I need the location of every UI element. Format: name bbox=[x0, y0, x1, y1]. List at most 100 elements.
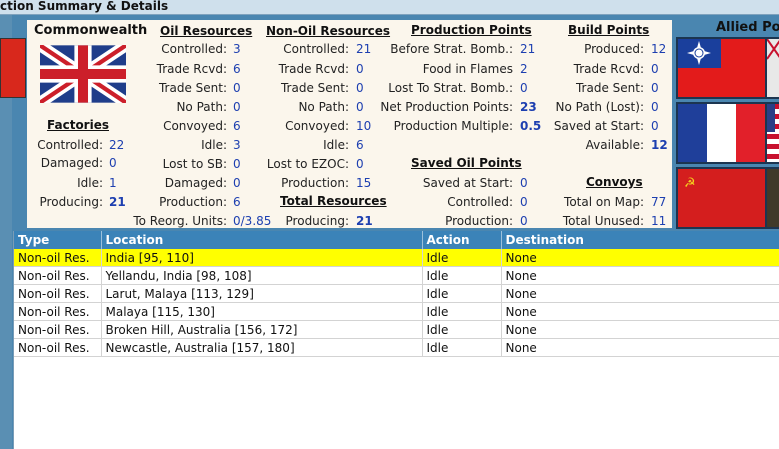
oil-no-path-value: 0 bbox=[233, 100, 241, 114]
cell-location: Larut, Malaya [113, 129] bbox=[101, 284, 423, 303]
cell-action: Idle bbox=[422, 302, 502, 321]
svg-text:☭: ☭ bbox=[684, 176, 696, 191]
convoys-header: Convoys bbox=[586, 175, 643, 189]
cell-destination: None bbox=[501, 266, 779, 285]
sop-production-label: Production: bbox=[445, 214, 513, 228]
nonoil-production-label: Production: bbox=[281, 176, 349, 190]
table-row[interactable]: Non-oil Res. Larut, Malaya [113, 129] Id… bbox=[14, 284, 779, 303]
cell-action: Idle bbox=[422, 249, 502, 267]
oil-trade-rcvd-label: Trade Rcvd: bbox=[156, 62, 227, 76]
oil-damaged-value: 0 bbox=[233, 176, 241, 190]
table-row[interactable]: Non-oil Res. Broken Hill, Australia [156… bbox=[14, 320, 779, 339]
resource-grid: Type Location Action Destination Non-oil… bbox=[14, 231, 779, 357]
convoys-unused-label: Total Unused: bbox=[562, 214, 644, 228]
cell-destination: None bbox=[501, 320, 779, 339]
pp-before-sb-value: 21 bbox=[520, 42, 536, 56]
convoys-unused-value: 11 bbox=[651, 214, 667, 228]
col-location-header[interactable]: Location bbox=[101, 231, 423, 249]
nonoil-trade-rcvd-value: 0 bbox=[356, 62, 364, 76]
partial-flag-icon[interactable] bbox=[765, 37, 779, 99]
non-oil-resources-header: Non-Oil Resources bbox=[266, 24, 391, 38]
table-row[interactable]: Non-oil Res. Malaya [115, 130] Idle None bbox=[14, 302, 779, 321]
oil-resources-header: Oil Resources bbox=[160, 24, 253, 38]
nonoil-lost-ezoc-value: 0 bbox=[356, 157, 364, 171]
factories-controlled-value: 22 bbox=[109, 138, 125, 152]
nonoil-trade-sent-value: 0 bbox=[356, 81, 364, 95]
bp-available-value: 12 bbox=[651, 138, 668, 152]
col-type-header[interactable]: Type bbox=[14, 231, 102, 249]
col-action-header[interactable]: Action bbox=[422, 231, 502, 249]
cell-location: Newcastle, Australia [157, 180] bbox=[101, 338, 423, 357]
allied-powers-panel: Allied Po ☭ bbox=[672, 15, 779, 230]
nonoil-no-path-value: 0 bbox=[356, 100, 364, 114]
allied-powers-label: Allied Po bbox=[716, 20, 779, 35]
oil-idle-label: Idle: bbox=[201, 138, 227, 152]
summary-panel: Commonwealth Factories Controlled: 22 Da… bbox=[27, 20, 672, 228]
convoys-total-value: 77 bbox=[651, 195, 667, 209]
cell-destination: None bbox=[501, 284, 779, 303]
resource-table: Type Location Action Destination Non-oil… bbox=[13, 231, 779, 449]
oil-convoyed-value: 6 bbox=[233, 119, 241, 133]
factories-damaged-label: Damaged: bbox=[40, 156, 103, 170]
oil-production-value: 6 bbox=[233, 195, 241, 209]
table-row[interactable]: Non-oil Res. India [95, 110] Idle None bbox=[14, 249, 779, 267]
table-header-row: Type Location Action Destination bbox=[14, 231, 779, 249]
nonoil-trade-rcvd-label: Trade Rcvd: bbox=[278, 62, 349, 76]
sop-controlled-value: 0 bbox=[520, 195, 528, 209]
cell-type: Non-oil Res. bbox=[14, 284, 102, 303]
uk-flag-icon bbox=[40, 45, 126, 103]
factories-producing-label: Producing: bbox=[39, 195, 103, 209]
cell-type: Non-oil Res. bbox=[14, 266, 102, 285]
france-flag-icon[interactable] bbox=[676, 102, 767, 164]
partial-unit-icon[interactable] bbox=[765, 167, 779, 229]
col-destination-header[interactable]: Destination bbox=[501, 231, 779, 249]
bp-saved-value: 0 bbox=[651, 119, 659, 133]
bp-produced-label: Produced: bbox=[584, 42, 644, 56]
table-row[interactable]: Non-oil Res. Yellandu, India [98, 108] I… bbox=[14, 266, 779, 285]
pp-lost-sb-value: 0 bbox=[520, 81, 528, 95]
nonoil-idle-label: Idle: bbox=[323, 138, 349, 152]
oil-production-label: Production: bbox=[159, 195, 227, 209]
oil-trade-sent-value: 0 bbox=[233, 81, 241, 95]
pp-lost-sb-label: Lost To Strat. Bomb.: bbox=[388, 81, 513, 95]
cell-location: Malaya [115, 130] bbox=[101, 302, 423, 321]
nation-title: Commonwealth bbox=[34, 23, 148, 38]
oil-lost-sb-value: 0 bbox=[233, 157, 241, 171]
pp-net-value: 23 bbox=[520, 100, 537, 114]
oil-damaged-label: Damaged: bbox=[164, 176, 227, 190]
factories-controlled-label: Controlled: bbox=[37, 138, 103, 152]
nonoil-no-path-label: No Path: bbox=[298, 100, 349, 114]
factories-idle-label: Idle: bbox=[77, 176, 103, 190]
ussr-flag-icon[interactable]: ☭ bbox=[676, 167, 767, 229]
saved-oil-points-header: Saved Oil Points bbox=[411, 156, 522, 170]
build-points-header: Build Points bbox=[568, 23, 650, 37]
previous-nation-flag[interactable] bbox=[0, 38, 26, 98]
oil-idle-value: 3 bbox=[233, 138, 241, 152]
bp-trade-sent-label: Trade Sent: bbox=[575, 81, 644, 95]
pp-food-value: 2 bbox=[520, 62, 528, 76]
nonoil-lost-ezoc-label: Lost to EZOC: bbox=[266, 157, 349, 171]
cell-action: Idle bbox=[422, 338, 502, 357]
sop-saved-value: 0 bbox=[520, 176, 528, 190]
pp-net-label: Net Production Points: bbox=[380, 100, 513, 114]
cell-type: Non-oil Res. bbox=[14, 338, 102, 357]
cell-type: Non-oil Res. bbox=[14, 249, 102, 267]
bp-no-path-value: 0 bbox=[651, 100, 659, 114]
production-points-header: Production Points bbox=[411, 23, 532, 37]
cell-destination: None bbox=[501, 249, 779, 267]
cell-location: India [95, 110] bbox=[101, 249, 423, 267]
oil-convoyed-label: Convoyed: bbox=[163, 119, 227, 133]
convoys-total-label: Total on Map: bbox=[564, 195, 644, 209]
factories-damaged-value: 0 bbox=[109, 156, 117, 170]
bp-trade-rcvd-value: 0 bbox=[651, 62, 659, 76]
oil-controlled-value: 3 bbox=[233, 42, 241, 56]
table-row[interactable]: Non-oil Res. Newcastle, Australia [157, … bbox=[14, 338, 779, 357]
total-producing-label: Producing: bbox=[285, 214, 349, 228]
cell-destination: None bbox=[501, 338, 779, 357]
china-flag-icon[interactable] bbox=[676, 37, 767, 99]
pp-multiple-label: Production Multiple: bbox=[393, 119, 513, 133]
usa-flag-icon[interactable] bbox=[765, 102, 779, 164]
factories-header: Factories bbox=[47, 118, 109, 132]
nonoil-idle-value: 6 bbox=[356, 138, 364, 152]
cell-type: Non-oil Res. bbox=[14, 302, 102, 321]
